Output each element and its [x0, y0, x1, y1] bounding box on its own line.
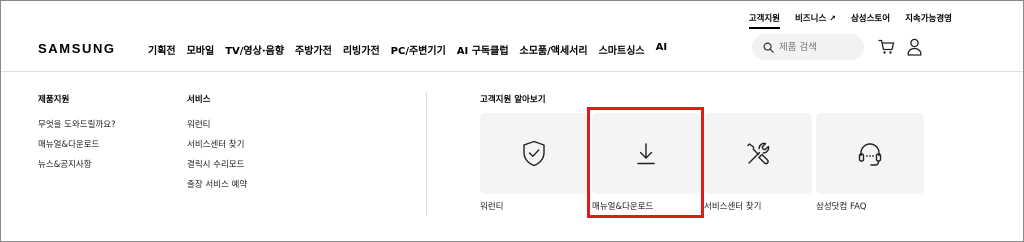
card-service-center[interactable] — [704, 113, 812, 194]
card-label-faq[interactable]: 삼성닷컴 FAQ — [816, 200, 866, 212]
column-heading: 서비스 — [187, 95, 211, 105]
product-support-column: 제품지원 무엇을 도와드릴까요? 매뉴얼&다운로드 뉴스&공지사항 — [38, 93, 116, 175]
search-icon — [763, 42, 774, 53]
link-help[interactable]: 무엇을 도와드릴까요? — [38, 115, 116, 135]
support-section-title: 고객지원 알아보기 — [480, 95, 546, 105]
link-news-notices[interactable]: 뉴스&공지사항 — [38, 155, 116, 175]
samsung-logo[interactable]: SAMSUNG — [38, 41, 116, 56]
nav-item-pc[interactable]: PC/주변기기 — [391, 42, 446, 57]
service-column: 서비스 워런티 서비스센터 찾기 결릭시 수리모드 출장 서비스 예약 — [187, 93, 247, 195]
utility-link-business-label: 비즈니스 — [794, 14, 827, 24]
main-nav: 기획전 모바일 TV/영상·음향 주방가전 리빙가전 PC/주변기기 AI 구독… — [148, 42, 667, 57]
link-manuals-downloads[interactable]: 매뉴얼&다운로드 — [38, 135, 116, 155]
nav-item-smartthings[interactable]: 스마트싱스 — [599, 42, 645, 57]
link-repair-mode[interactable]: 결릭시 수리모드 — [187, 155, 247, 175]
column-divider — [426, 91, 427, 216]
shield-check-icon — [523, 140, 545, 167]
search-box[interactable] — [752, 34, 864, 60]
nav-item-accessories[interactable]: 소모품/액세서리 — [520, 42, 588, 57]
user-icon[interactable] — [907, 38, 922, 56]
external-arrow-icon: ↗ — [829, 14, 836, 23]
nav-item-living[interactable]: 리빙가전 — [343, 42, 380, 57]
card-label-service-center[interactable]: 서비스센터 찾기 — [704, 200, 761, 212]
highlight-box — [587, 107, 704, 218]
link-warranty[interactable]: 워런티 — [187, 115, 247, 135]
utility-link-sustainability[interactable]: 지속가능경영 — [905, 12, 952, 24]
utility-nav: 고객지원 비즈니스 ↗ 삼성스토어 지속가능경영 — [748, 12, 952, 29]
column-heading: 제품지원 — [38, 95, 70, 105]
nav-item-kitchen[interactable]: 주방가전 — [295, 42, 332, 57]
card-faq[interactable] — [816, 113, 924, 194]
search-input[interactable] — [779, 41, 859, 53]
utility-link-business[interactable]: 비즈니스 ↗ — [795, 12, 836, 24]
nav-item-ai[interactable]: AI — [656, 42, 667, 57]
utility-link-support[interactable]: 고객지원 — [748, 12, 781, 29]
tools-icon — [747, 142, 770, 164]
header-divider — [1, 71, 1023, 72]
link-visit-service[interactable]: 출장 서비스 예약 — [187, 175, 247, 195]
cart-icon[interactable] — [878, 39, 895, 55]
card-label-warranty[interactable]: 워런티 — [480, 200, 503, 212]
nav-item-ai-subscription[interactable]: AI 구독클럽 — [457, 42, 509, 57]
nav-item-promotions[interactable]: 기획전 — [148, 42, 176, 57]
nav-item-tv-audio[interactable]: TV/영상·음향 — [225, 42, 284, 57]
link-service-center[interactable]: 서비스센터 찾기 — [187, 135, 247, 155]
headset-icon — [858, 142, 882, 166]
utility-link-store[interactable]: 삼성스토어 — [851, 12, 890, 24]
card-warranty[interactable] — [480, 113, 588, 194]
nav-item-mobile[interactable]: 모바일 — [187, 42, 215, 57]
